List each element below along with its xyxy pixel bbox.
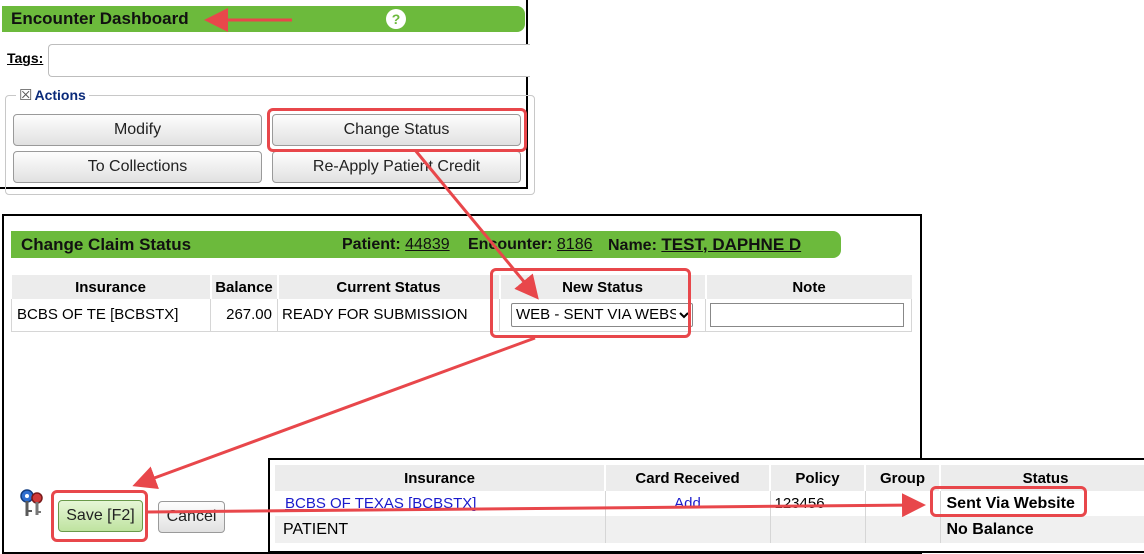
keys-icon	[16, 488, 46, 520]
patient-name-link[interactable]: TEST, DAPHNE D	[661, 235, 801, 254]
patient-label: Patient:	[342, 235, 401, 253]
col-insurance: Insurance	[11, 275, 212, 299]
to-collections-button[interactable]: To Collections	[13, 151, 262, 183]
ins-cell-insurance: PATIENT	[275, 516, 606, 543]
name-info: Name: TEST, DAPHNE D	[608, 235, 801, 255]
encounter-dashboard-title: Encounter Dashboard	[11, 9, 189, 28]
patient-info: Patient: 44839	[342, 236, 450, 254]
ins-cell-policy: 123456	[770, 491, 866, 516]
table-row: PATIENT No Balance	[275, 516, 1144, 543]
ins-cell-card: Add	[605, 491, 771, 516]
help-icon[interactable]: ?	[386, 9, 406, 29]
ins-col-group: Group	[865, 465, 941, 491]
ins-col-card-received: Card Received	[605, 465, 771, 491]
tags-label: Tags:	[7, 50, 44, 66]
insurance-link[interactable]: BCBS OF TEXAS [BCBSTX]	[285, 495, 476, 512]
actions-legend[interactable]: ☒ Actions	[16, 86, 89, 104]
col-balance: Balance	[210, 275, 279, 299]
ins-col-insurance: Insurance	[275, 465, 606, 491]
ins-cell-group	[865, 491, 941, 516]
reapply-patient-credit-button[interactable]: Re-Apply Patient Credit	[272, 151, 521, 183]
card-add-link[interactable]: Add	[674, 495, 701, 512]
claim-current-status: READY FOR SUBMISSION	[277, 299, 500, 331]
change-claim-status-title: Change Claim Status	[21, 234, 192, 254]
col-note: Note	[705, 275, 912, 299]
ins-col-policy: Policy	[770, 465, 866, 491]
claim-balance: 267.00	[210, 299, 278, 331]
note-cell	[705, 299, 912, 331]
actions-legend-label: Actions	[34, 87, 86, 103]
ins-cell-card	[605, 516, 771, 543]
highlight-new-status	[490, 268, 691, 338]
note-input[interactable]	[710, 302, 904, 327]
claim-insurance: BCBS OF TE [BCBSTX]	[11, 299, 211, 331]
modify-button[interactable]: Modify	[13, 114, 262, 146]
tags-input[interactable]	[48, 44, 530, 77]
collapse-checkbox-icon[interactable]: ☒	[19, 86, 32, 104]
ins-cell-status: No Balance	[946, 520, 1034, 538]
encounter-label: Encounter:	[468, 235, 553, 253]
highlight-change-status	[267, 108, 527, 152]
ins-cell-insurance: BCBS OF TEXAS [BCBSTX]	[275, 491, 606, 516]
change-claim-status-header: Change Claim Status Patient: 44839 Encou…	[11, 231, 841, 258]
cancel-button[interactable]: Cancel	[158, 501, 225, 533]
claim-row: BCBS OF TE [BCBSTX] 267.00 READY FOR SUB…	[11, 299, 912, 331]
ins-cell-policy	[770, 516, 866, 543]
encounter-info: Encounter: 8186	[468, 236, 593, 254]
ins-cell-group	[865, 516, 941, 543]
patient-id-link[interactable]: 44839	[405, 236, 450, 253]
name-label: Name:	[608, 236, 657, 254]
highlight-sent-via-website	[930, 486, 1087, 517]
highlight-save	[51, 490, 148, 542]
encounter-dashboard-header: Encounter Dashboard ?	[2, 6, 525, 32]
encounter-dashboard-panel: Encounter Dashboard ? Tags: ☒ Actions Mo…	[0, 0, 535, 195]
col-current-status: Current Status	[277, 275, 501, 299]
claim-status-table: Insurance Balance Current Status New Sta…	[11, 275, 912, 332]
encounter-id-link[interactable]: 8186	[557, 236, 593, 253]
